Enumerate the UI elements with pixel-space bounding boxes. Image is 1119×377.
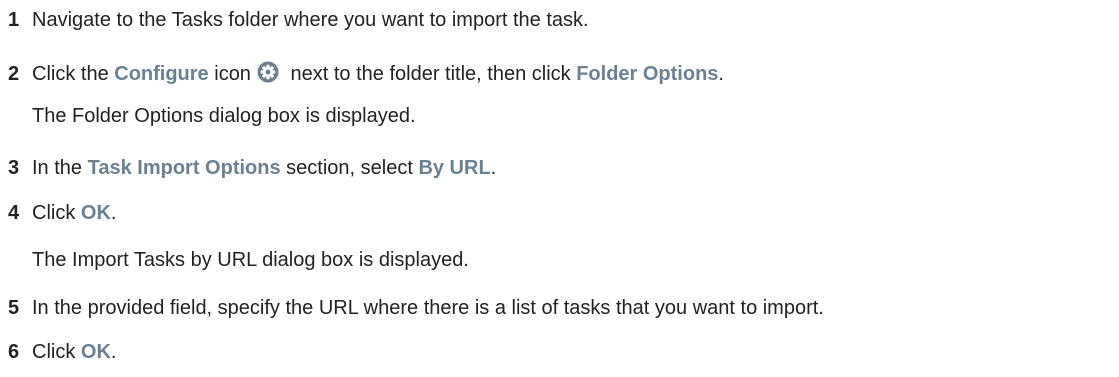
step-text-part: .	[718, 63, 724, 85]
step-text-part: .	[110, 341, 117, 363]
step-text: Click the Configure icon next to the fol…	[32, 60, 724, 91]
step-text: Click OK.	[32, 199, 116, 227]
step-number: 2	[8, 63, 20, 85]
ui-term-ok: OK	[80, 341, 111, 363]
step-text-part: .	[110, 202, 117, 224]
step-number: 1	[8, 9, 20, 31]
step-number: 3	[8, 157, 20, 179]
step-text: Navigate to the Tasks folder where you w…	[32, 9, 589, 31]
ui-term-folder-options: Folder Options	[576, 63, 719, 85]
ui-term-configure: Configure	[114, 63, 209, 85]
step-result-text: The Folder Options dialog box is display…	[32, 105, 416, 127]
step-text-part: Click	[32, 202, 81, 224]
instruction-steps: 1 Navigate to the Tasks folder where you…	[0, 0, 1119, 377]
step-text-part: .	[490, 157, 497, 179]
step-text-part: Click the	[32, 63, 115, 85]
ui-term-ok: OK	[80, 202, 111, 224]
ui-term-task-import-options: Task Import Options	[87, 157, 281, 179]
step-text-part: Click	[32, 341, 81, 363]
step-result-text: The Import Tasks by URL dialog box is di…	[32, 249, 469, 271]
gear-icon	[257, 61, 279, 91]
ui-term-by-url: By URL	[418, 157, 491, 179]
step-text: In the Task Import Options section, sele…	[32, 154, 496, 182]
step-text-part: icon	[208, 63, 251, 85]
step-text-part: section, select	[280, 157, 419, 179]
step-text-part: In the	[32, 157, 88, 179]
step-number: 6	[8, 341, 20, 363]
step-text-part: next to the folder title, then click	[284, 63, 577, 85]
step-text: Click OK.	[32, 338, 116, 366]
step-number: 4	[8, 202, 20, 224]
step-number: 5	[8, 297, 20, 319]
step-text: In the provided field, specify the URL w…	[32, 297, 824, 319]
